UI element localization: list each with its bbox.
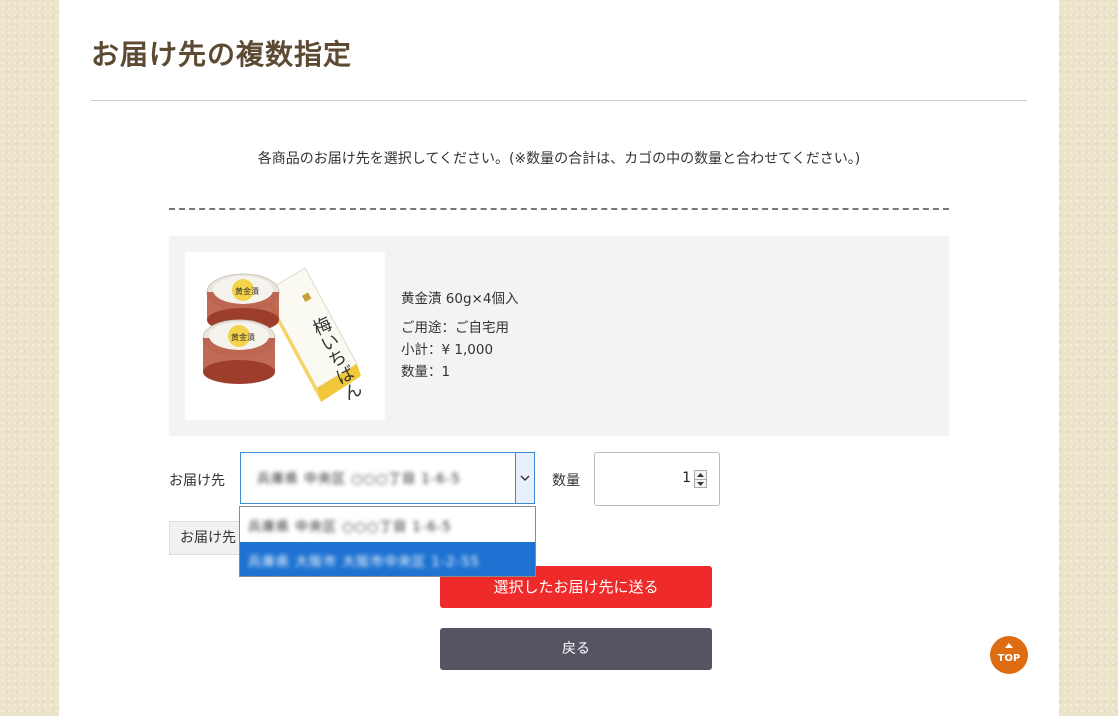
spin-down-icon[interactable] [695,480,706,488]
dropdown-option-label: 兵庫県 中央区 ○○○丁目 1-6-5 [248,520,452,535]
product-name: 黄金漬 60g×4個入 [401,291,519,307]
back-to-top-button[interactable]: TOP [990,636,1028,674]
product-quantity: 数量：1 [401,364,451,380]
product-image: 梅いちばん 黄金漬 黄金漬 [185,252,385,420]
back-button[interactable]: 戻る [440,628,712,670]
product-photo: 梅いちばん 黄金漬 黄金漬 [202,267,365,404]
add-address-button[interactable]: お届け先 [169,521,249,555]
quantity-label: 数量 [552,473,580,489]
page-title: お届け先の複数指定 [91,38,353,71]
dashed-divider [169,208,949,210]
quantity-value: 1 [682,470,691,486]
instruction-text: 各商品のお届け先を選択してください。(※数量の合計は、カゴの中の数量と合わせてく… [257,151,861,167]
arrow-up-icon [1005,643,1013,648]
product-subtotal: 小計：¥ 1,000 [401,342,494,358]
spin-up-icon[interactable] [695,471,706,480]
dropdown-option-label: 兵庫県 大阪市 大阪市中央区 1-2-55 [248,555,480,570]
chevron-down-icon [520,475,530,481]
title-divider [91,100,1027,101]
main-content: お届け先の複数指定 各商品のお届け先を選択してください。(※数量の合計は、カゴの… [59,0,1059,716]
address-dropdown-list[interactable]: 兵庫県 中央区 ○○○丁目 1-6-5 兵庫県 大阪市 大阪市中央区 1-2-5… [239,506,536,577]
product-details: 黄金漬 60g×4個入 ご用途：ご自宅用 小計：¥ 1,000 数量：1 [401,288,518,383]
address-select[interactable]: 兵庫県 中央区 ○○○丁目 1-6-5 [240,452,535,504]
address-label: お届け先 [169,473,225,489]
product-card: 梅いちばん 黄金漬 黄金漬 黄金漬 60g×4個入 ご用途：ご自宅用 小計：¥ … [169,236,949,436]
cup-label-lower: 黄金漬 [231,332,255,342]
quantity-stepper[interactable]: 1 [594,452,720,506]
dropdown-option-highlighted[interactable]: 兵庫県 大阪市 大阪市中央区 1-2-55 [240,542,535,576]
cup-lower: 黄金漬 [202,319,276,384]
selected-address: 兵庫県 中央区 ○○○丁目 1-6-5 [257,472,461,487]
dropdown-option[interactable]: 兵庫県 中央区 ○○○丁目 1-6-5 [240,507,535,541]
product-usage: ご用途：ご自宅用 [401,320,509,336]
cup-label-upper: 黄金漬 [235,286,259,296]
top-button-label: TOP [997,653,1021,664]
dropdown-toggle[interactable] [515,453,534,503]
quantity-spinner[interactable] [694,470,707,488]
